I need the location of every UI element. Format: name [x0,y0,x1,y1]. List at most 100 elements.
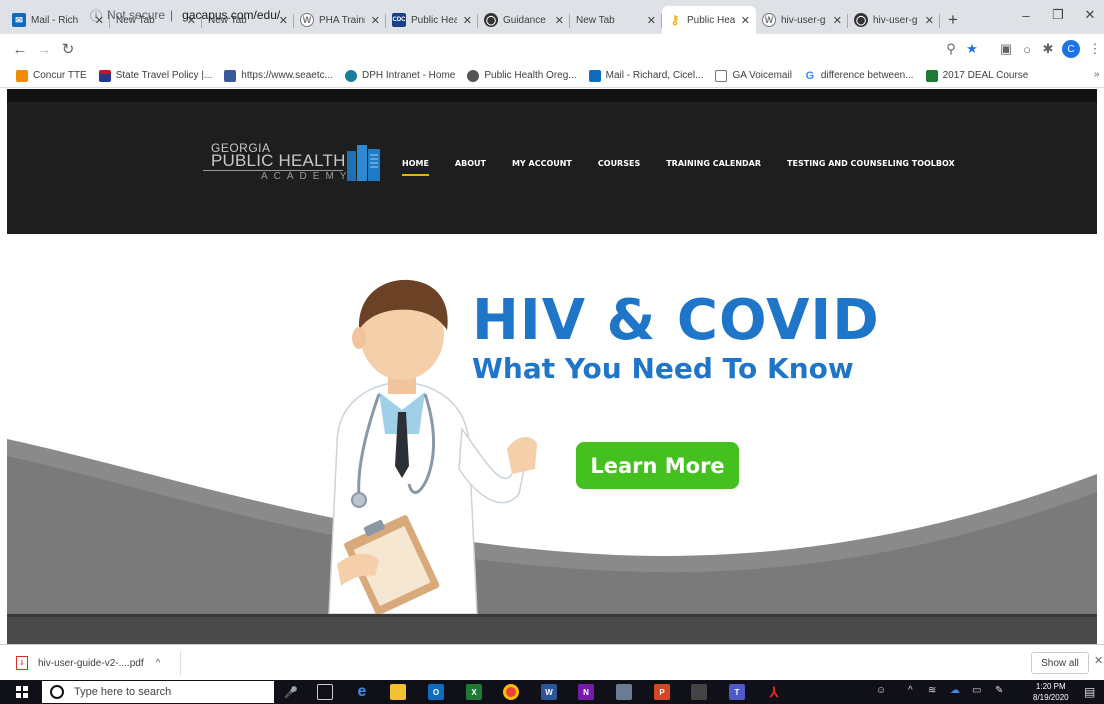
address-bar[interactable]: ⓘ Not secure | gacapus.com/edu/ [90,3,1000,27]
dph-icon [344,69,357,82]
onedrive-icon[interactable]: ☁ [950,685,960,696]
envelope-icon [715,69,728,82]
minimize-button[interactable]: – [1008,0,1044,30]
notifications-icon[interactable]: ▤ [1084,685,1095,699]
books-icon [347,145,380,181]
teams-app-icon[interactable]: T [729,684,745,700]
excel-app-icon[interactable]: X [466,684,482,700]
acrobat-app-icon[interactable]: ⅄ [766,684,782,700]
outlook-icon [588,69,601,82]
chevron-up-icon[interactable]: ^ [156,658,161,669]
task-view-icon[interactable] [317,684,333,700]
tab-title: Mail - Rich [31,14,79,26]
bookmark-label: difference between... [820,70,914,81]
bookmark-item[interactable]: 2017 DEAL Course [925,69,1028,82]
profile-avatar[interactable]: C [1062,40,1080,58]
bookmark-star-icon[interactable]: ★ [964,41,980,57]
browser-toolbar: ← → ↻ [0,34,1104,64]
outlook-app-icon[interactable]: O [428,684,444,700]
download-separator [180,651,181,675]
extension-icon[interactable]: ○ [1019,41,1035,57]
reader-mode-icon[interactable]: ▣ [998,41,1014,57]
pdf-file-icon: ⇓ [16,656,28,670]
bookmark-label: Mail - Richard, Cicel... [605,70,704,81]
reload-button[interactable]: ↻ [56,37,80,61]
bookmark-label: Public Health Oreg... [484,70,577,81]
forward-button[interactable]: → [32,37,56,61]
bookmark-label: Concur TTE [33,70,87,81]
bookmark-item[interactable]: DPH Intranet - Home [344,69,455,82]
powerpoint-app-icon[interactable]: P [654,684,670,700]
nav-my-account[interactable]: MY ACCOUNT [512,159,572,168]
bookmark-item[interactable]: Public Health Oreg... [467,69,577,82]
header-top-band [7,89,1097,102]
section-divider-band [7,614,1097,644]
learn-more-button[interactable]: Learn More [576,442,739,489]
clock-date: 8/19/2020 [1033,693,1069,702]
cortana-icon [50,685,64,699]
hero-banner: HIV & COVID What You Need To Know Learn … [7,234,1097,614]
nav-about[interactable]: ABOUT [455,159,486,168]
media-app-icon[interactable] [691,684,707,700]
windows-taskbar: Type here to search 🎤 e O X W N P T ⅄ ☺ … [0,680,1104,704]
bookmark-item[interactable]: Gdifference between... [803,69,914,82]
puzzle-icon[interactable]: ✱ [1040,41,1056,57]
chrome-app-icon[interactable] [503,684,519,700]
spreadsheet-icon [925,69,938,82]
logo-line-3: ACADEMY [261,171,353,182]
bookmarks-overflow-icon[interactable]: » [1094,69,1100,80]
flag-icon [98,69,111,82]
edge-icon[interactable]: e [354,683,370,700]
divider-stripe [7,614,1097,617]
wifi-icon[interactable]: ≋ [928,685,936,696]
bookmark-item[interactable]: GA Voicemail [715,69,792,82]
bookmark-item[interactable]: https://www.seaetc... [224,69,333,82]
snipping-tool-icon[interactable] [616,684,632,700]
bookmark-label: https://www.seaetc... [241,70,333,81]
nav-courses[interactable]: COURSES [598,159,640,168]
bookmark-item[interactable]: Mail - Richard, Cicel... [588,69,704,82]
microphone-icon[interactable]: 🎤 [283,684,299,700]
taskbar-clock[interactable]: 1:20 PM 8/19/2020 [1033,681,1069,703]
bookmark-item[interactable]: State Travel Policy |... [98,69,213,82]
nav-home[interactable]: HOME [402,159,429,176]
people-icon[interactable]: ☺ [876,685,886,696]
battery-icon[interactable]: ▭ [972,685,981,696]
tray-chevron-icon[interactable]: ^ [908,685,913,696]
bookmark-item[interactable]: Concur TTE [16,69,87,82]
info-icon[interactable]: ⓘ [90,7,102,24]
bookmark-label: GA Voicemail [732,70,792,81]
nav-training-calendar[interactable]: TRAINING CALENDAR [666,159,761,168]
url-text[interactable]: gacapus.com/edu/ [182,8,280,22]
pen-icon[interactable]: ✎ [995,685,1003,696]
site-header: GEORGIA PUBLIC HEALTH ACADEMY HOME ABOUT… [7,89,1097,234]
bookmarks-bar: Concur TTE State Travel Policy |... http… [0,64,1104,88]
back-button[interactable]: ← [8,37,32,61]
globe-icon [467,69,480,82]
hero-subheadline: What You Need To Know [472,352,854,385]
restore-button[interactable]: ❐ [1040,0,1076,30]
show-all-button[interactable]: Show all [1031,652,1089,674]
security-label: Not secure [107,8,166,22]
site-logo[interactable]: GEORGIA PUBLIC HEALTH ACADEMY [201,137,387,185]
menu-kebab-icon[interactable]: ⋮ [1087,41,1103,57]
onenote-app-icon[interactable]: N [578,684,594,700]
bookmark-label: State Travel Policy |... [115,70,213,81]
search-placeholder: Type here to search [74,686,172,698]
download-item[interactable]: ⇓ hiv-user-guide-v2-....pdf ^ [16,653,160,673]
logo-line-2: PUBLIC HEALTH [211,151,346,170]
windows-start-icon[interactable] [16,686,28,698]
main-nav: HOME ABOUT MY ACCOUNT COURSES TRAINING C… [402,159,981,176]
taskbar-search-input[interactable]: Type here to search [42,681,274,703]
outlook-icon: ✉ [12,13,26,27]
hero-headline: HIV & COVID [472,288,880,353]
word-app-icon[interactable]: W [541,684,557,700]
zoom-icon[interactable]: ⚲ [943,41,959,57]
file-explorer-icon[interactable] [390,684,406,700]
nav-testing-counseling-toolbox[interactable]: TESTING AND COUNSELING TOOLBOX [787,159,955,168]
google-icon: G [803,69,816,82]
clock-time: 1:20 PM [1035,682,1066,691]
close-window-button[interactable]: ✕ [1072,0,1104,30]
close-download-bar-icon[interactable]: ✕ [1094,654,1103,667]
url-separator: | [170,8,174,22]
